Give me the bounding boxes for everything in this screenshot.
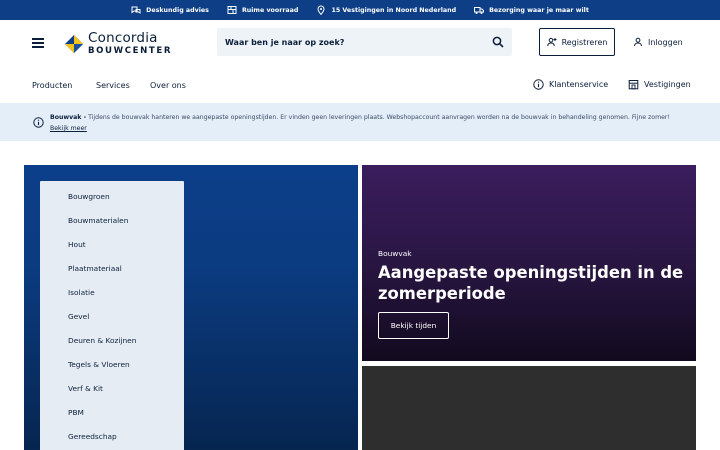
info-icon xyxy=(33,117,44,128)
promo-title: Aangepaste openingstijden in de zomerper… xyxy=(378,263,684,303)
category-item[interactable]: Verf & Kit xyxy=(68,384,103,393)
usp-delivery-label: Bezorging waar je maar wilt xyxy=(489,6,589,14)
category-item[interactable]: Hout xyxy=(68,240,86,249)
logo-mark-icon xyxy=(65,34,83,53)
info-icon xyxy=(533,79,544,90)
register-button[interactable]: Registreren xyxy=(539,28,615,56)
category-item[interactable]: Deuren & Kozijnen xyxy=(68,336,136,345)
view-hours-button[interactable]: Bekijk tijden xyxy=(378,312,449,339)
nav-services[interactable]: Services xyxy=(96,81,130,90)
category-menu: Bouwgroen Bouwmaterialen Hout Plaatmater… xyxy=(40,181,184,450)
usp-bar: Deskundig advies Ruime voorraad 15 Vesti… xyxy=(0,0,720,20)
promo-kicker: Bouwvak xyxy=(378,249,412,258)
search-input[interactable] xyxy=(225,37,480,47)
site-header: Concordia BOUWCENTER Registreren Inlogge… xyxy=(0,20,720,66)
usp-locations: 15 Vestigingen in Noord Nederland xyxy=(316,5,456,15)
usp-stock: Ruime voorraad xyxy=(227,5,299,15)
category-item[interactable]: Gereedschap xyxy=(68,432,117,441)
usp-advice: Deskundig advies xyxy=(131,5,209,15)
category-item[interactable]: Gevel xyxy=(68,312,89,321)
category-item[interactable]: PBM xyxy=(68,408,84,417)
secondary-promo-card[interactable] xyxy=(362,366,696,450)
store-icon xyxy=(628,80,639,90)
category-item[interactable]: Tegels & Vloeren xyxy=(68,360,130,369)
category-item[interactable]: Isolatie xyxy=(68,288,95,297)
advice-icon xyxy=(131,6,141,14)
location-pin-icon xyxy=(317,5,325,15)
nav-locations[interactable]: Vestigingen xyxy=(628,79,691,90)
login-label: Inloggen xyxy=(648,37,683,47)
nav-customer-service[interactable]: Klantenservice xyxy=(533,79,608,90)
stock-icon xyxy=(227,6,237,14)
category-item[interactable]: Plaatmateriaal xyxy=(68,264,122,273)
category-item[interactable]: Bouwgroen xyxy=(68,192,110,201)
search-bar xyxy=(217,28,512,56)
logo-wordmark-top: Concordia xyxy=(88,30,158,46)
main-nav: Producten Services Over ons Klantenservi… xyxy=(0,76,720,98)
user-icon xyxy=(634,37,642,47)
search-icon[interactable] xyxy=(492,36,504,48)
promo-card: Bouwvak Aangepaste openingstijden in de … xyxy=(362,165,696,361)
notice-title: Bouwvak - xyxy=(50,114,87,121)
logo-wordmark-bottom: BOUWCENTER xyxy=(88,45,173,56)
notice-body: Tijdens de bouwvak hanteren we aangepast… xyxy=(88,114,670,121)
notice-banner: Bouwvak - Tijdens de bouwvak hanteren we… xyxy=(0,103,720,141)
notice-more-link[interactable]: Bekijk meer xyxy=(50,125,87,132)
usp-advice-label: Deskundig advies xyxy=(146,6,209,14)
menu-icon[interactable] xyxy=(32,38,44,48)
login-button[interactable]: Inloggen xyxy=(633,28,683,56)
customer-service-label: Klantenservice xyxy=(549,80,609,89)
usp-stock-label: Ruime voorraad xyxy=(241,6,299,14)
add-user-icon xyxy=(546,37,557,47)
notice-text: Bouwvak - Tijdens de bouwvak hanteren we… xyxy=(50,112,700,134)
locations-label: Vestigingen xyxy=(644,80,691,89)
nav-over-ons[interactable]: Over ons xyxy=(150,81,186,90)
usp-locations-label: 15 Vestigingen in Noord Nederland xyxy=(331,6,457,14)
register-label: Registreren xyxy=(561,37,608,47)
category-item[interactable]: Bouwmaterialen xyxy=(68,216,128,225)
logo[interactable]: Concordia BOUWCENTER xyxy=(64,30,173,56)
usp-delivery: Bezorging waar je maar wilt xyxy=(474,5,589,15)
truck-icon xyxy=(474,7,485,14)
nav-producten[interactable]: Producten xyxy=(32,81,72,90)
